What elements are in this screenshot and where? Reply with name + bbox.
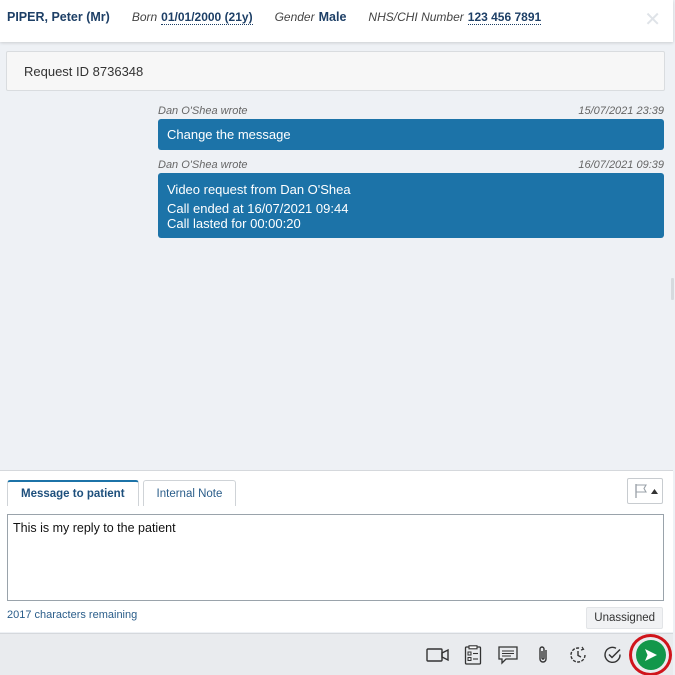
reply-textarea[interactable] <box>7 514 664 601</box>
message-timestamp: 16/07/2021 09:39 <box>578 159 664 171</box>
characters-remaining: 2017 characters remaining <box>7 609 138 621</box>
snooze-button[interactable] <box>565 642 591 668</box>
compose-panel: Message to patient Internal Note 2017 ch… <box>0 470 673 632</box>
complete-icon <box>604 646 621 663</box>
message-text: Call lasted for 00:00:20 <box>167 216 301 231</box>
nhs-number-label: NHS/CHI Number <box>368 10 464 24</box>
compose-tabs: Message to patient Internal Note <box>7 480 237 506</box>
request-id-bar: Request ID 8736348 <box>6 51 665 91</box>
message-item: Dan O'Shea wrote 15/07/2021 23:39 Change… <box>158 104 664 150</box>
video-call-icon <box>426 648 449 662</box>
gender-label: Gender <box>274 10 315 24</box>
message-text: Video request from Dan O'Shea <box>167 182 351 197</box>
scrollbar[interactable] <box>671 278 674 300</box>
message-bubble: Change the message <box>158 119 664 150</box>
tab-message-to-patient[interactable]: Message to patient <box>7 480 139 506</box>
video-call-button[interactable] <box>425 642 451 668</box>
send-icon <box>644 649 657 661</box>
flag-dropdown-button[interactable] <box>627 478 663 504</box>
message-template-button[interactable] <box>495 642 521 668</box>
born-label: Born <box>131 10 158 24</box>
patient-banner: PIPER, Peter (Mr) Born 01/01/2000 (21y) … <box>0 0 673 42</box>
message-text: Change the message <box>167 127 291 142</box>
patient-name[interactable]: PIPER, Peter (Mr) <box>7 10 110 24</box>
message-template-icon <box>498 646 518 665</box>
request-id: Request ID 8736348 <box>24 63 144 79</box>
complete-button[interactable] <box>600 642 626 668</box>
nhs-number-value: 123 456 7891 <box>467 9 542 25</box>
born-value: 01/01/2000 (21y) <box>161 9 253 25</box>
snooze-icon <box>570 646 586 663</box>
message-author: Dan O'Shea wrote <box>158 105 248 117</box>
gender-value: Male <box>318 10 347 24</box>
message-text: Call ended at 16/07/2021 09:44 <box>167 201 349 216</box>
send-highlight <box>629 634 672 675</box>
close-icon[interactable]: ✕ <box>644 10 661 30</box>
tab-internal-note[interactable]: Internal Note <box>142 480 237 506</box>
send-button[interactable] <box>635 640 666 670</box>
form-icon <box>464 645 482 665</box>
message-timestamp: 15/07/2021 23:39 <box>578 105 664 117</box>
attachment-button[interactable] <box>530 642 556 668</box>
message-item: Dan O'Shea wrote 16/07/2021 09:39 Video … <box>158 158 664 238</box>
message-author: Dan O'Shea wrote <box>158 159 248 171</box>
flag-icon <box>634 484 647 498</box>
caret-up-icon <box>650 488 658 494</box>
form-button[interactable] <box>460 642 486 668</box>
attachment-icon <box>539 646 547 663</box>
assignee-button[interactable]: Unassigned <box>586 607 663 629</box>
action-toolbar <box>0 633 673 675</box>
message-bubble: Video request from Dan O'Shea Call ended… <box>158 173 664 238</box>
